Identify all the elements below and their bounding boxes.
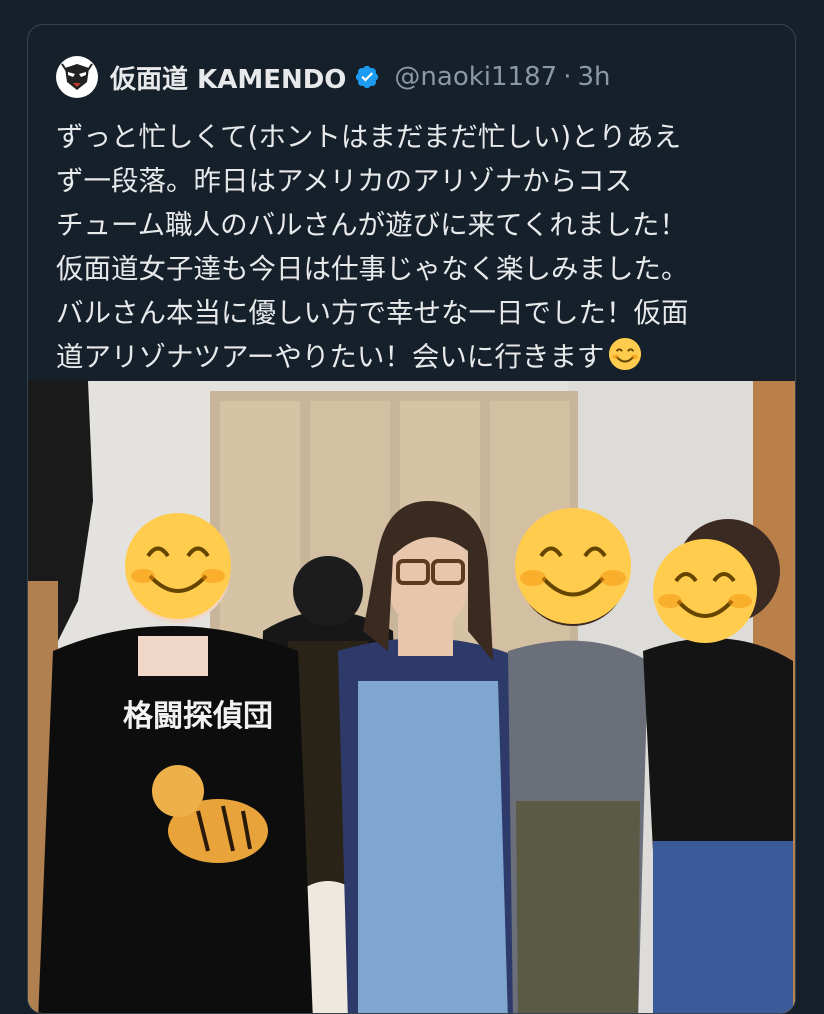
face-emoji-1 [125,513,231,619]
tweet-text-line: ず一段落。昨日はアメリカのアリゾナからコス [56,165,633,197]
tweet-photo[interactable]: 格闘探偵団 [28,381,795,1013]
smiling-face-emoji-icon [609,337,642,371]
face-emoji-2 [515,508,631,624]
tweet-text-line: ずっと忙しくて(ホントはまだまだ忙しい)とりあえ [56,121,682,153]
tweet-text-line-last: 道アリゾナツアーやりたい！会いに行きます [56,335,795,379]
display-name[interactable]: 仮面道 KAMENDO [110,59,346,96]
tweet-text-line: チューム職人のバルさんが遊びに来てくれました！ [56,209,687,241]
face-emoji-3 [653,539,757,643]
kamendo-avatar[interactable] [56,56,98,98]
separator-dot: · [563,62,572,92]
tweet-text-line: バルさん本当に優しい方で幸せな一日でした！仮面 [56,297,689,329]
tweet-header: 仮面道 KAMENDO @naoki1187 · 3h [56,55,610,99]
tweet-body-text: ずっと忙しくて(ホントはまだまだ忙しい)とりあえ ず一段落。昨日はアメリカのアリ… [56,115,795,379]
mask-logo-icon [57,57,97,97]
tweet-text-line: 道アリゾナツアーやりたい！会いに行きます [56,341,605,373]
tweet-card[interactable]: 仮面道 KAMENDO @naoki1187 · 3h ずっと忙しくて(ホントは… [27,24,796,1014]
shirt-print-text: 格闘探偵団 [123,699,273,734]
tweet-timestamp[interactable]: 3h [577,62,610,92]
user-handle[interactable]: @naoki1187 [394,62,557,92]
verified-badge-icon [356,65,379,89]
group-photo: 格闘探偵団 [28,381,795,1013]
tweet-text-line: 仮面道女子達も今日は仕事じゃなく楽しみました。 [56,253,689,285]
